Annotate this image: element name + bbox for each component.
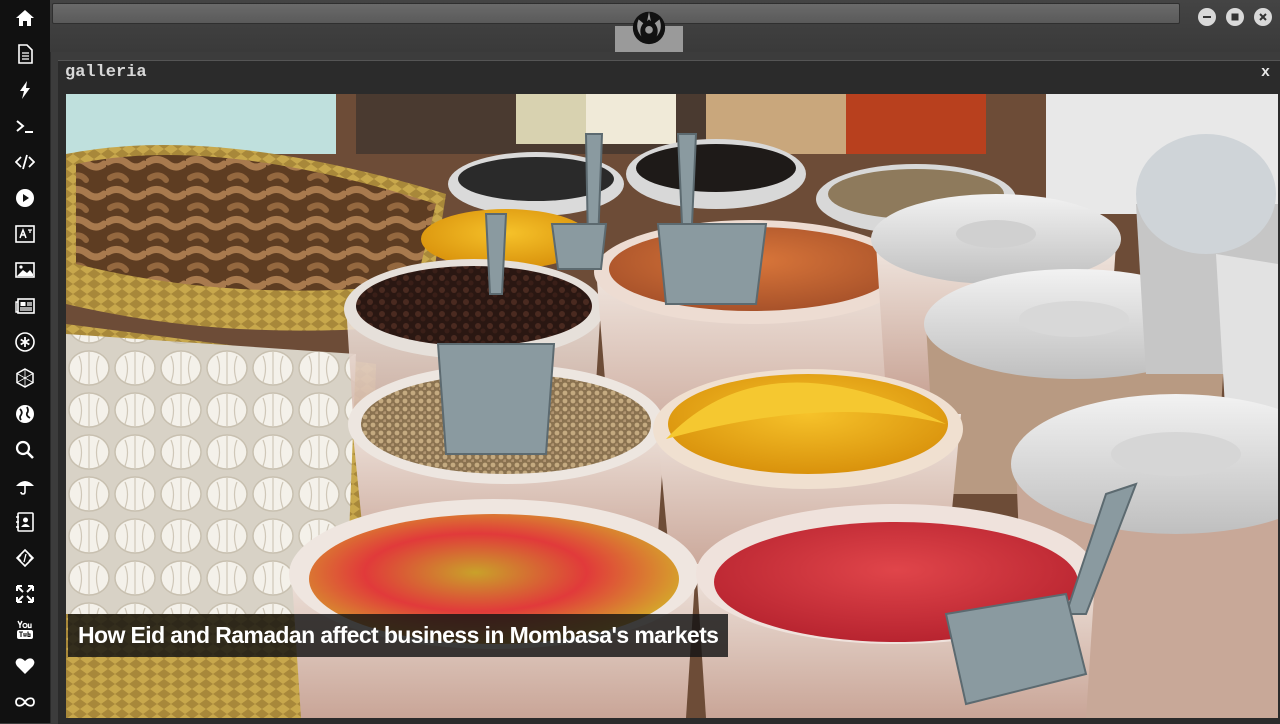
translate-icon[interactable]: [13, 222, 37, 246]
codepen-icon[interactable]: [13, 546, 37, 570]
gallery-header: galleria x: [58, 61, 1280, 91]
heart-icon[interactable]: [13, 654, 37, 678]
minimize-button[interactable]: [1198, 8, 1216, 26]
terminal-icon[interactable]: [13, 114, 37, 138]
document-icon[interactable]: [13, 42, 37, 66]
maximize-button[interactable]: [1226, 8, 1244, 26]
fullscreen-icon[interactable]: [13, 582, 37, 606]
rebel-alliance-logo[interactable]: [630, 8, 668, 46]
gallery-image[interactable]: How Eid and Ramadan affect business in M…: [66, 94, 1278, 718]
gallery-title: galleria: [65, 63, 147, 82]
asterisk-icon[interactable]: [13, 330, 37, 354]
infinity-icon[interactable]: [13, 690, 37, 714]
home-icon[interactable]: [13, 6, 37, 30]
youtube-icon[interactable]: [13, 618, 37, 642]
image-icon[interactable]: [13, 258, 37, 282]
sidebar: [0, 0, 51, 723]
lightning-icon[interactable]: [13, 78, 37, 102]
contact-card-icon[interactable]: [13, 510, 37, 534]
gallery-close-button[interactable]: x: [1261, 64, 1270, 81]
globe-icon[interactable]: [13, 402, 37, 426]
close-window-button[interactable]: [1254, 8, 1272, 26]
title-bar: [50, 0, 1280, 52]
hexagon-icon[interactable]: [13, 366, 37, 390]
code-icon[interactable]: [13, 150, 37, 174]
newspaper-icon[interactable]: [13, 294, 37, 318]
gallery-panel: galleria x How Eid and Ramadan affect bu…: [58, 60, 1280, 724]
search-icon[interactable]: [13, 438, 37, 462]
play-icon[interactable]: [13, 186, 37, 210]
umbrella-icon[interactable]: [13, 474, 37, 498]
image-caption[interactable]: How Eid and Ramadan affect business in M…: [68, 614, 729, 657]
address-bar[interactable]: [52, 3, 1180, 24]
